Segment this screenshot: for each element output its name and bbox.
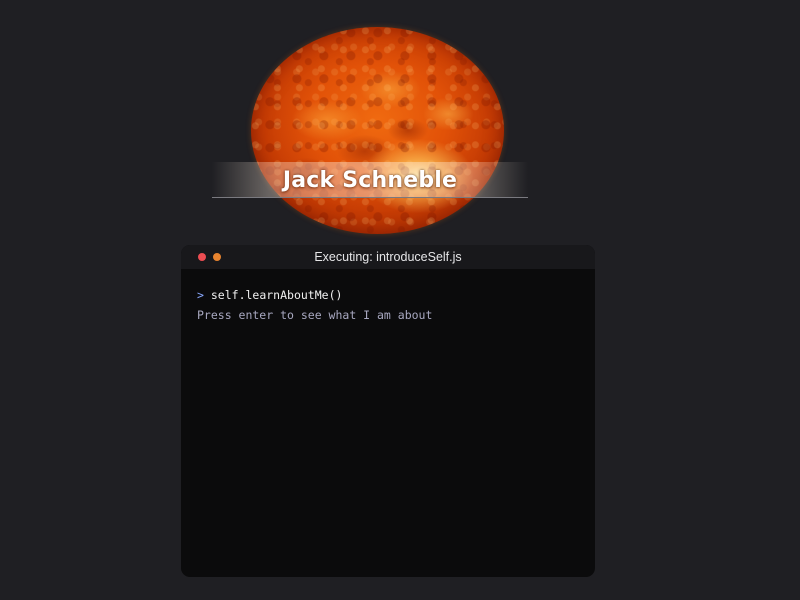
name-title: Jack Schneble <box>282 168 458 193</box>
terminal-window[interactable]: Executing: introduceSelf.js > self.learn… <box>181 245 595 577</box>
command-line: > self.learnAboutMe() <box>197 285 595 305</box>
name-underline <box>212 197 528 198</box>
hint-text: Press enter to see what I am about <box>197 308 433 322</box>
command-text: self.learnAboutMe() <box>210 288 343 302</box>
terminal-title: Executing: introduceSelf.js <box>314 250 462 264</box>
terminal-title-bar: Executing: introduceSelf.js <box>181 245 595 269</box>
terminal-body[interactable]: > self.learnAboutMe() Press enter to see… <box>181 269 595 325</box>
prompt-symbol: > <box>197 288 204 302</box>
sun-icon <box>251 27 504 234</box>
sun-texture <box>251 27 504 234</box>
page: Jack Schneble Executing: introduceSelf.j… <box>0 0 800 600</box>
